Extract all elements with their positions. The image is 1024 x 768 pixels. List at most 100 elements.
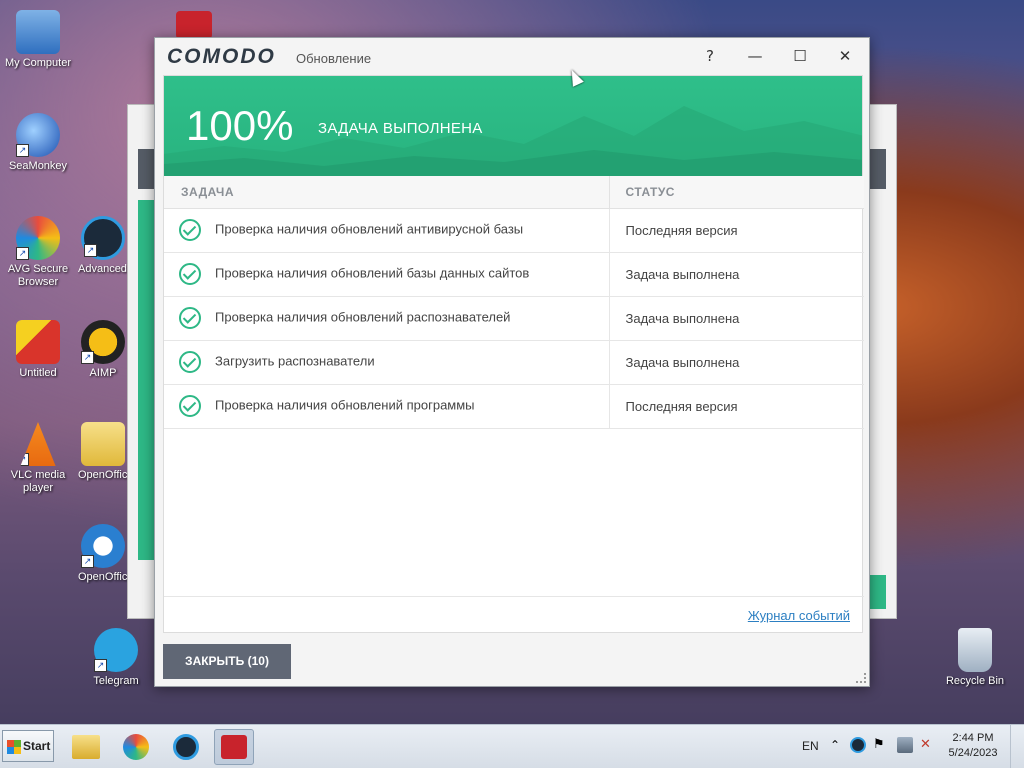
- column-header-status: СТАТУС: [609, 176, 864, 209]
- comodo-logo: COMODO: [167, 45, 276, 68]
- desktop-icon-label: SeaMonkey: [8, 160, 68, 172]
- desktop-icon-label: Telegram: [93, 675, 139, 687]
- seamonkey-icon: ↗: [16, 113, 60, 157]
- task-name: Проверка наличия обновлений антивирусной…: [215, 221, 524, 237]
- progress-percent: 100%: [186, 102, 294, 149]
- table-row: Проверка наличия обновлений антивирусной…: [164, 208, 864, 253]
- check-circle-icon: [179, 351, 201, 373]
- shortcut-arrow-icon: ↗: [16, 247, 29, 260]
- language-indicator[interactable]: EN: [802, 739, 819, 753]
- event-log-link[interactable]: Журнал событий: [748, 608, 850, 623]
- desktop-icon-my-computer[interactable]: My Computer: [0, 10, 76, 70]
- advanced-systemcare-icon: ↗: [81, 216, 125, 260]
- desktop-icon-label: Recycle Bin: [945, 675, 1005, 687]
- system-clock[interactable]: 2:44 PM 5/24/2023: [940, 731, 1006, 761]
- desktop-icon-label: AVG Secure Browser: [7, 263, 69, 288]
- table-row: Проверка наличия обновлений распознавате…: [164, 296, 864, 341]
- footer-divider: [164, 596, 864, 597]
- shortcut-arrow-icon: ↗: [94, 659, 107, 672]
- computer-icon: [16, 10, 60, 54]
- table-row: Проверка наличия обновлений программы По…: [164, 384, 864, 429]
- update-dialog: COMODO Обновление ? — ☐ ✕ 100% ЗАДАЧА ВЫ…: [154, 37, 870, 687]
- desktop-icon-untitled[interactable]: Untitled: [0, 320, 76, 380]
- comodo-taskbar-ghost-icon: [176, 11, 212, 39]
- update-tasks-table: ЗАДАЧА СТАТУС Проверка наличия обновлени…: [164, 176, 864, 429]
- minimize-button[interactable]: —: [740, 44, 770, 68]
- windows-logo-icon: [7, 739, 21, 754]
- close-window-button[interactable]: ✕: [830, 44, 860, 68]
- show-hidden-icons-icon[interactable]: ⌃: [830, 737, 846, 753]
- vlc-cone-icon: ↗: [20, 422, 56, 466]
- taskbar: Start EN ⌃ ⚑ ✕ 2:44 PM 5/24/2023: [0, 724, 1024, 768]
- shortcut-arrow-icon: ↗: [16, 144, 29, 157]
- start-button[interactable]: Start: [2, 730, 54, 762]
- document-icon: [16, 320, 60, 364]
- task-name: Проверка наличия обновлений распознавате…: [215, 309, 511, 325]
- check-circle-icon: [179, 263, 201, 285]
- taskbar-comodo[interactable]: [214, 729, 254, 765]
- maximize-button[interactable]: ☐: [785, 44, 815, 68]
- avg-browser-icon: ↗: [16, 216, 60, 260]
- desktop-icon-recycle-bin[interactable]: Recycle Bin: [937, 628, 1013, 688]
- resize-grip[interactable]: [856, 673, 866, 683]
- avg-browser-icon: [123, 734, 149, 760]
- dialog-content: 100% ЗАДАЧА ВЫПОЛНЕНА ЗАДАЧА СТАТУС Пров…: [163, 75, 864, 633]
- taskbar-avg-browser[interactable]: [116, 729, 156, 765]
- status-cell: Последняя версия: [609, 208, 864, 253]
- desktop-icon-label: VLC media player: [10, 469, 66, 494]
- advanced-systemcare-icon: [173, 734, 199, 760]
- desktop-icon-openoffice-folder[interactable]: OpenOffice 4.1.14: [78, 422, 128, 482]
- volume-muted-icon[interactable]: ✕: [920, 737, 936, 753]
- help-button[interactable]: ?: [695, 44, 725, 68]
- desktop-icon-vlc[interactable]: ↗ VLC media player: [0, 422, 76, 495]
- status-cell: Задача выполнена: [609, 340, 864, 385]
- desktop-icon-telegram[interactable]: ↗ Telegram: [78, 628, 154, 688]
- table-row: Загрузить распознаватели Задача выполнен…: [164, 340, 864, 385]
- check-circle-icon: [179, 219, 201, 241]
- systemcare-tray-icon[interactable]: [850, 737, 866, 753]
- progress-banner: 100% ЗАДАЧА ВЫПОЛНЕНА: [164, 76, 862, 176]
- task-name: Проверка наличия обновлений программы: [215, 397, 475, 413]
- status-cell: Задача выполнена: [609, 252, 864, 297]
- task-cell: Загрузить распознаватели: [164, 340, 610, 385]
- clock-time: 2:44 PM: [952, 732, 994, 744]
- status-cell: Задача выполнена: [609, 296, 864, 341]
- recycle-bin-icon: [958, 628, 992, 672]
- shortcut-arrow-icon: ↗: [84, 244, 97, 257]
- task-cell: Проверка наличия обновлений программы: [164, 384, 610, 429]
- shortcut-arrow-icon: ↗: [81, 555, 94, 568]
- desktop-icon-openoffice[interactable]: ↗ OpenOffice 4.1.1: [78, 524, 128, 584]
- start-label: Start: [23, 739, 51, 753]
- telegram-icon: ↗: [94, 628, 138, 672]
- status-cell: Последняя версия: [609, 384, 864, 429]
- folder-icon: [72, 735, 100, 759]
- action-center-flag-icon[interactable]: ⚑: [873, 737, 889, 753]
- dialog-titlebar[interactable]: COMODO Обновление ? — ☐ ✕: [155, 38, 869, 75]
- taskbar-advanced-systemcare[interactable]: [166, 729, 206, 765]
- desktop-icon-aimp[interactable]: ↗ AIMP: [78, 320, 128, 380]
- openoffice-icon: ↗: [81, 524, 125, 568]
- task-name: Проверка наличия обновлений базы данных …: [215, 265, 530, 281]
- comodo-icon: [221, 735, 247, 759]
- network-icon[interactable]: [897, 737, 913, 753]
- check-circle-icon: [179, 395, 201, 417]
- shortcut-arrow-icon: ↗: [81, 351, 94, 364]
- task-cell: Проверка наличия обновлений распознавате…: [164, 296, 610, 341]
- task-cell: Проверка наличия обновлений базы данных …: [164, 252, 610, 297]
- desktop-icon-advanced-systemcare[interactable]: ↗ Advanced SystemCare: [78, 216, 128, 276]
- aimp-icon: ↗: [81, 320, 125, 364]
- dialog-title: Обновление: [296, 51, 372, 66]
- show-desktop-button[interactable]: [1010, 725, 1024, 768]
- desktop-icon-seamonkey[interactable]: ↗ SeaMonkey: [0, 113, 76, 173]
- desktop-icon-label: My Computer: [4, 57, 72, 69]
- clock-date: 5/24/2023: [948, 747, 998, 759]
- desktop-icon-avg-browser[interactable]: ↗ AVG Secure Browser: [0, 216, 76, 289]
- table-header-row: ЗАДАЧА СТАТУС: [164, 176, 864, 209]
- task-cell: Проверка наличия обновлений антивирусной…: [164, 208, 610, 253]
- desktop-icon-label: AIMP: [89, 367, 117, 379]
- desktop-icon-label: OpenOffice 4.1.1: [78, 571, 128, 583]
- progress-status: ЗАДАЧА ВЫПОЛНЕНА: [318, 120, 483, 137]
- taskbar-explorer[interactable]: [66, 729, 106, 765]
- desktop-icon-label: Advanced SystemCare: [78, 263, 128, 275]
- close-countdown-button[interactable]: ЗАКРЫТЬ (10): [163, 644, 291, 679]
